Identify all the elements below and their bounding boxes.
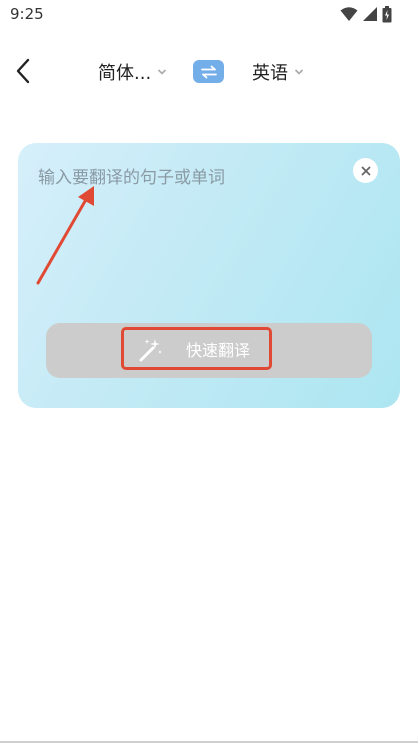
close-icon xyxy=(361,166,370,175)
top-bar: 简体... 英语 xyxy=(0,48,418,96)
back-arrow-icon xyxy=(16,58,30,84)
status-bar: 9:25 xyxy=(0,0,418,30)
chevron-down-icon xyxy=(158,69,167,75)
swap-arrows-icon xyxy=(200,65,217,78)
status-time: 9:25 xyxy=(10,5,44,23)
annotation-highlight-box xyxy=(121,327,272,370)
wifi-icon xyxy=(340,7,358,21)
battery-icon xyxy=(382,5,392,22)
chevron-down-icon xyxy=(294,69,304,75)
annotation-arrow xyxy=(36,186,94,285)
status-icons xyxy=(340,5,392,23)
clear-button[interactable] xyxy=(353,158,378,183)
target-language-select[interactable]: 英语 xyxy=(252,60,304,84)
back-button[interactable] xyxy=(8,56,38,86)
source-language-label: 简体... xyxy=(98,63,152,84)
swap-languages-button[interactable] xyxy=(193,60,224,83)
source-language-select[interactable]: 简体... xyxy=(98,60,167,84)
target-language-label: 英语 xyxy=(252,63,288,84)
signal-icon xyxy=(363,7,377,21)
